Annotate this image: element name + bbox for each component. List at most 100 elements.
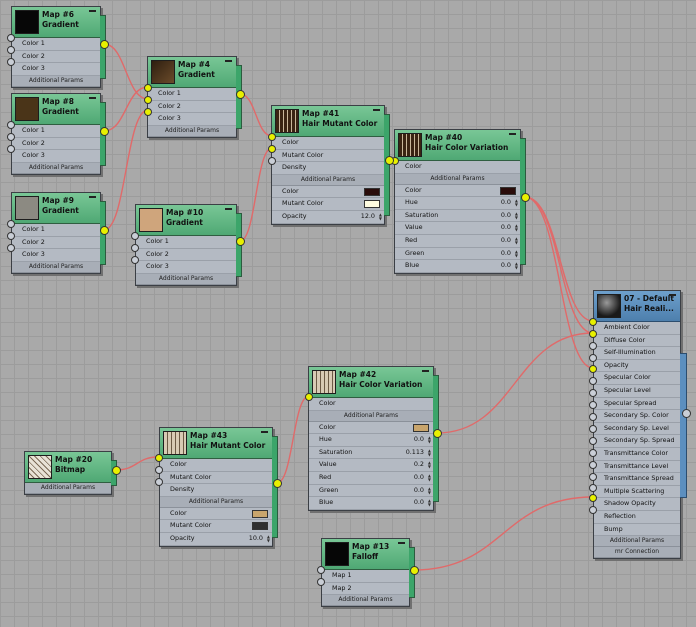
opacity-param[interactable]: Opacity 12.0 ▲ ▼ (272, 211, 384, 224)
param-value[interactable]: 0.0 (414, 472, 424, 484)
color-swatch[interactable] (364, 200, 380, 209)
output-socket[interactable] (433, 429, 442, 438)
node-header[interactable]: Map #13 Falloff (322, 539, 409, 570)
input-socket-connected[interactable] (589, 330, 597, 338)
param-value[interactable]: 0.2 (414, 459, 424, 471)
green-param[interactable]: Green 0.0 ▲ ▼ (309, 485, 433, 498)
node-map4[interactable]: Map #4 Gradient Color 1 Color 2 Color 3 A… (147, 56, 242, 138)
value-param[interactable]: Value 0.2 ▲ ▼ (309, 459, 433, 472)
input-socket[interactable] (589, 437, 597, 445)
spinner-icon[interactable]: ▲ ▼ (428, 448, 431, 457)
color-swatch[interactable] (252, 522, 268, 531)
blue-param[interactable]: Blue 0.0 ▲ ▼ (309, 497, 433, 510)
spinner-icon[interactable]: ▲ ▼ (515, 224, 518, 232)
input-socket[interactable] (7, 34, 15, 42)
input-slot[interactable]: Shadow Opacity (594, 498, 680, 511)
rollout-additional-params[interactable]: Additional Params (309, 410, 433, 422)
spinner-icon[interactable]: ▲ ▼ (428, 473, 431, 482)
input-slot[interactable]: Secondary Sp. Color (594, 410, 680, 423)
input-slot[interactable]: Color 3 (12, 249, 100, 262)
node-header[interactable]: Map #42 Hair Color Variation (309, 367, 433, 398)
input-slot[interactable]: Specular Spread (594, 398, 680, 411)
input-socket[interactable] (7, 244, 15, 252)
param-value[interactable]: 0.0 (501, 235, 511, 247)
param-value[interactable]: 10.0 (249, 533, 263, 545)
input-socket[interactable] (7, 133, 15, 141)
input-slot[interactable]: Mutant Color (160, 472, 272, 485)
input-slot[interactable]: Self-Illumination (594, 347, 680, 360)
rollout-additional-params[interactable]: Additional Params (160, 496, 272, 508)
value-param[interactable]: Value 0.0 ▲ ▼ (395, 222, 520, 235)
minimize-icon[interactable] (225, 208, 232, 210)
minimize-icon[interactable] (225, 60, 232, 62)
input-slot[interactable]: Color 2 (12, 138, 100, 151)
output-socket[interactable] (112, 466, 121, 475)
output-socket[interactable] (682, 409, 691, 418)
spinner-icon[interactable]: ▲ ▼ (515, 211, 518, 220)
input-slot[interactable]: Multiple Scattering (594, 486, 680, 499)
input-socket-connected[interactable] (305, 393, 313, 401)
node-map20[interactable]: Map #20 Bitmap Additional Params (24, 451, 117, 495)
input-slot[interactable]: Transmittance Level (594, 461, 680, 474)
input-socket[interactable] (7, 58, 15, 66)
hue-param[interactable]: Hue 0.0 ▲ ▼ (309, 434, 433, 447)
input-socket[interactable] (589, 473, 597, 481)
input-socket[interactable] (7, 145, 15, 153)
node-map41[interactable]: Map #41 Hair Mutant Color Color Mutant Co… (271, 105, 390, 225)
param-value[interactable]: 0.0 (501, 210, 511, 222)
spinner-icon[interactable]: ▲ ▼ (515, 249, 518, 258)
node-header[interactable]: 07 - Default Hair Reali... (594, 291, 680, 322)
rollout-additional-params[interactable]: Additional Params (12, 75, 100, 87)
param-value[interactable]: 0.0 (501, 197, 511, 209)
input-slot[interactable]: Color 2 (136, 249, 236, 262)
input-socket[interactable] (268, 157, 276, 165)
input-slot[interactable]: Color (160, 459, 272, 472)
input-socket[interactable] (131, 232, 139, 240)
node-map10[interactable]: Map #10 Gradient Color 1 Color 2 Color 3 … (135, 204, 242, 286)
opacity-param[interactable]: Opacity 10.0 ▲ ▼ (160, 533, 272, 546)
input-socket[interactable] (317, 578, 325, 586)
red-param[interactable]: Red 0.0 ▲ ▼ (395, 235, 520, 248)
input-socket[interactable] (589, 389, 597, 397)
input-socket[interactable] (589, 342, 597, 350)
input-slot[interactable]: Color 3 (12, 150, 100, 163)
input-socket[interactable] (589, 413, 597, 421)
node-map43[interactable]: Map #43 Hair Mutant Color Color Mutant Co… (159, 427, 278, 547)
input-socket[interactable] (589, 449, 597, 457)
input-socket[interactable] (155, 478, 163, 486)
minimize-icon[interactable] (261, 431, 268, 433)
spinner-icon[interactable]: ▲ ▼ (515, 236, 518, 245)
input-slot[interactable]: Bump (594, 524, 680, 537)
input-slot[interactable]: Transmittance Spread (594, 473, 680, 486)
minimize-icon[interactable] (373, 109, 380, 111)
saturation-param[interactable]: Saturation 0.0 ▲ ▼ (395, 210, 520, 223)
node-material-07[interactable]: 07 - Default Hair Reali... Ambient Color … (593, 290, 687, 560)
input-socket[interactable] (589, 506, 597, 514)
color-param[interactable]: Color (160, 508, 272, 521)
input-socket[interactable] (317, 566, 325, 574)
node-map42[interactable]: Map #42 Hair Color Variation Color Additi… (308, 366, 439, 511)
minimize-icon[interactable] (398, 542, 405, 544)
spinner-icon[interactable]: ▲ ▼ (428, 461, 431, 469)
input-socket-connected[interactable] (144, 96, 152, 104)
minimize-icon[interactable] (89, 97, 96, 99)
minimize-icon[interactable] (89, 196, 96, 198)
output-socket[interactable] (273, 479, 282, 488)
input-socket-connected[interactable] (155, 454, 163, 462)
spinner-icon[interactable]: ▲ ▼ (428, 486, 431, 495)
input-socket[interactable] (7, 220, 15, 228)
input-socket[interactable] (589, 354, 597, 362)
node-header[interactable]: Map #10 Gradient (136, 205, 236, 236)
minimize-icon[interactable] (669, 294, 676, 296)
input-socket[interactable] (7, 232, 15, 240)
output-socket[interactable] (100, 226, 109, 235)
input-slot[interactable]: Color 2 (148, 101, 236, 114)
mutant-color-param[interactable]: Mutant Color (272, 198, 384, 211)
input-socket-connected[interactable] (268, 133, 276, 141)
output-socket[interactable] (100, 127, 109, 136)
spinner-icon[interactable]: ▲ ▼ (267, 534, 270, 543)
input-socket-connected[interactable] (268, 145, 276, 153)
spinner-icon[interactable]: ▲ ▼ (379, 212, 382, 221)
minimize-icon[interactable] (89, 10, 96, 12)
output-socket[interactable] (236, 90, 245, 99)
